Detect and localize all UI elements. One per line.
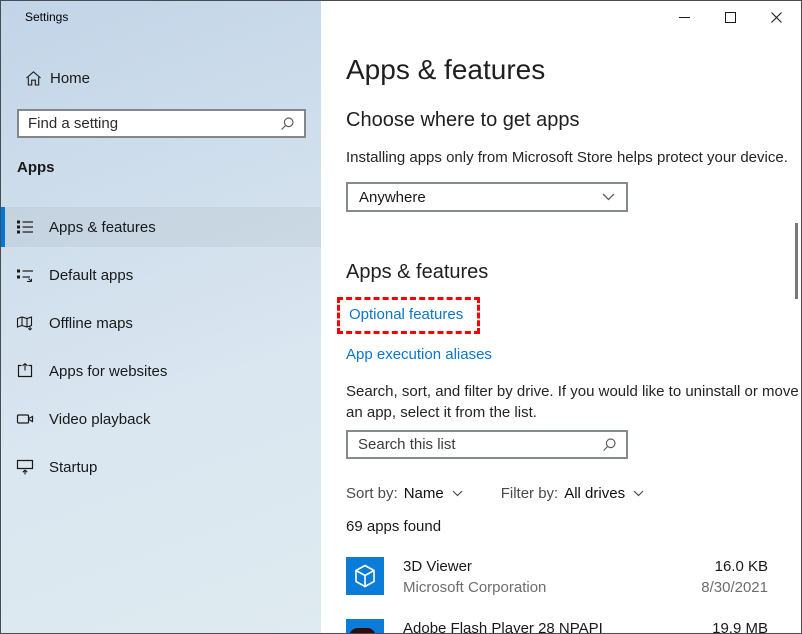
search-list-box[interactable] [346,430,628,459]
apps-features-heading: Apps & features [346,261,488,284]
sidebar-item-offline-maps[interactable]: Offline maps [1,303,321,343]
settings-window: Settings Home Apps [0,0,802,634]
window-controls [661,1,799,33]
sidebar-item-label: Video playback [49,411,150,428]
app-execution-aliases-link[interactable]: App execution aliases [346,346,492,363]
app-size: 19.9 MB [712,619,768,633]
search-list-input[interactable] [348,436,602,453]
sidebar-nav: Apps & features Default apps [1,207,321,495]
minimize-icon [679,17,690,18]
choose-heading: Choose where to get apps [346,109,580,132]
sort-by-value: Name [404,485,444,502]
apps-features-icon [16,218,34,236]
app-source-dropdown[interactable]: Anywhere [346,182,628,212]
3d-viewer-icon [346,557,384,595]
annotation-highlight-box: Optional features [337,297,480,334]
app-list: 3D Viewer Microsoft Corporation 16.0 KB … [346,557,768,633]
scrollbar-thumb[interactable] [795,223,798,299]
page-title: Apps & features [346,54,545,86]
close-icon [771,12,782,23]
sidebar-item-apps-for-websites[interactable]: Apps for websites [1,351,321,391]
maximize-icon [725,12,736,23]
app-date: 8/30/2021 [701,579,768,597]
store-note: Installing apps only from Microsoft Stor… [346,149,788,166]
sidebar-item-label: Startup [49,459,97,476]
sidebar-section-apps: Apps [17,159,55,176]
filter-by-label: Filter by: [501,485,559,502]
sort-filter-row: Sort by: Name Filter by: All drives [346,485,644,502]
sidebar-item-home[interactable]: Home [1,61,321,95]
apps-for-websites-icon [16,362,34,380]
app-row-3d-viewer[interactable]: 3D Viewer Microsoft Corporation 16.0 KB … [346,557,768,597]
startup-icon [16,458,34,476]
sidebar-item-label: Offline maps [49,315,133,332]
chevron-down-icon [452,490,463,497]
app-publisher: Microsoft Corporation [403,579,701,597]
find-setting-input[interactable] [19,115,280,132]
app-meta: 19.9 MB [712,619,768,633]
sort-by-dropdown[interactable]: Sort by: Name [346,485,463,502]
sidebar-item-label: Home [50,70,90,87]
optional-features-link[interactable]: Optional features [349,306,463,323]
sidebar-item-startup[interactable]: Startup [1,447,321,487]
adobe-flash-icon [346,619,384,633]
window-title: Settings [25,10,68,24]
video-playback-icon [16,410,34,428]
sidebar-item-default-apps[interactable]: Default apps [1,255,321,295]
sidebar-item-video-playback[interactable]: Video playback [1,399,321,439]
sidebar: Settings Home Apps [1,1,321,633]
default-apps-icon [16,266,34,284]
chevron-down-icon [602,193,615,201]
app-row-adobe-flash[interactable]: Adobe Flash Player 28 NPAPI 19.9 MB [346,619,768,633]
list-description: Search, sort, and filter by drive. If yo… [346,381,801,423]
home-icon [25,70,42,87]
search-icon [280,116,295,131]
sort-by-label: Sort by: [346,485,398,502]
result-count: 69 apps found [346,518,441,535]
app-size: 16.0 KB [701,557,768,576]
offline-maps-icon [16,314,34,332]
minimize-button[interactable] [661,1,707,33]
main-pane: Apps & features Choose where to get apps… [321,1,801,633]
app-name: 3D Viewer [403,557,701,576]
maximize-button[interactable] [707,1,753,33]
sidebar-item-apps-features[interactable]: Apps & features [1,207,321,247]
find-setting-searchbox[interactable] [17,109,306,138]
sidebar-item-label: Apps for websites [49,363,167,380]
app-source-value: Anywhere [359,189,426,206]
app-meta: 16.0 KB 8/30/2021 [701,557,768,597]
app-name: Adobe Flash Player 28 NPAPI [403,619,712,633]
filter-by-value: All drives [564,485,625,502]
filter-by-dropdown[interactable]: Filter by: All drives [501,485,644,502]
search-icon [602,437,617,452]
close-button[interactable] [753,1,799,33]
chevron-down-icon [633,490,644,497]
sidebar-item-label: Apps & features [49,219,156,236]
app-info: Adobe Flash Player 28 NPAPI [403,619,712,633]
flash-logo-shape [349,628,376,633]
app-info: 3D Viewer Microsoft Corporation [403,557,701,597]
sidebar-item-label: Default apps [49,267,133,284]
